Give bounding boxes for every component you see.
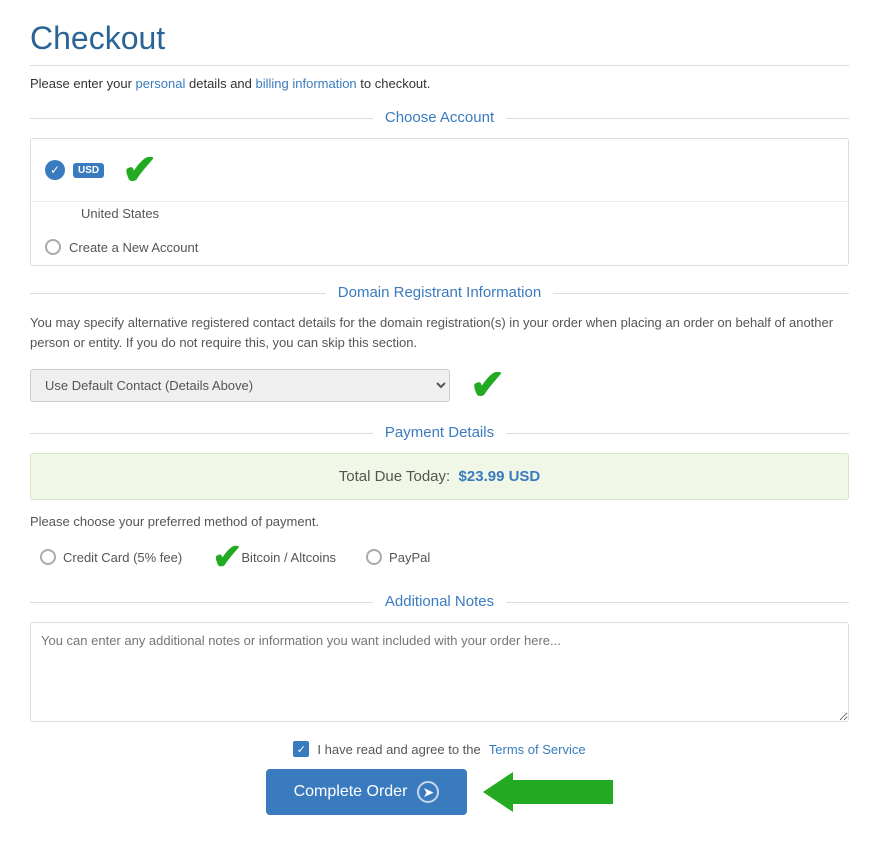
credit-card-label: Credit Card (5% fee) (63, 550, 182, 565)
create-new-account-option[interactable]: Create a New Account (31, 229, 848, 265)
page-title: Checkout (30, 20, 849, 57)
arrow-body-icon (513, 780, 613, 804)
title-divider (30, 65, 849, 66)
additional-notes-header: Additional Notes (30, 593, 849, 610)
additional-notes-section (30, 622, 849, 725)
credit-radio-icon (40, 549, 56, 565)
complete-order-arrow-icon: ➤ (417, 781, 439, 803)
domain-contact-select[interactable]: Use Default Contact (Details Above) (30, 369, 450, 402)
create-new-account-label: Create a New Account (69, 240, 198, 255)
intro-text: Please enter your personal details and b… (30, 76, 849, 91)
payment-details-header: Payment Details (30, 424, 849, 441)
additional-notes-textarea[interactable] (30, 622, 849, 722)
bitcoin-option[interactable]: ✔ Bitcoin / Altcoins (212, 539, 336, 575)
total-label: Total Due Today: (339, 468, 450, 485)
selected-check-icon (45, 160, 65, 180)
payment-options-row: Credit Card (5% fee) ✔ Bitcoin / Altcoin… (30, 539, 849, 575)
country-label-row: United States (31, 202, 848, 229)
credit-card-option[interactable]: Credit Card (5% fee) (40, 549, 182, 565)
domain-contact-row: Use Default Contact (Details Above) ✔ (30, 364, 849, 406)
complete-order-button[interactable]: Complete Order ➤ (266, 769, 468, 815)
domain-checkmark-icon: ✔ (470, 364, 505, 406)
paypal-radio-icon (366, 549, 382, 565)
bitcoin-label: Bitcoin / Altcoins (241, 550, 336, 565)
usd-account-option[interactable]: USD ✔ (31, 139, 848, 202)
payment-details-section: Total Due Today: $23.99 USD Please choos… (30, 453, 849, 575)
bitcoin-checkmark-icon: ✔ (212, 539, 242, 575)
domain-registrant-header: Domain Registrant Information (30, 284, 849, 301)
account-checkmark-icon: ✔ (122, 149, 157, 191)
terms-row: I have read and agree to the Terms of Se… (30, 741, 849, 757)
arrow-head-icon (483, 772, 513, 812)
choose-account-header: Choose Account (30, 109, 849, 126)
complete-order-row: Complete Order ➤ (30, 769, 849, 815)
country-label: United States (45, 206, 834, 221)
green-arrow-annotation (483, 772, 613, 812)
terms-link[interactable]: Terms of Service (489, 742, 586, 757)
domain-desc: You may specify alternative registered c… (30, 313, 849, 352)
account-box: USD ✔ United States Create a New Account (30, 138, 849, 266)
terms-checkbox[interactable] (293, 741, 309, 757)
total-due-bar: Total Due Today: $23.99 USD (30, 453, 849, 500)
paypal-option[interactable]: PayPal (366, 549, 430, 565)
payment-desc: Please choose your preferred method of p… (30, 514, 849, 529)
terms-text: I have read and agree to the (317, 742, 480, 757)
radio-circle-icon (45, 239, 61, 255)
paypal-label: PayPal (389, 550, 430, 565)
currency-badge: USD (73, 163, 104, 178)
complete-order-label: Complete Order (294, 783, 408, 801)
total-amount: $23.99 USD (459, 468, 541, 485)
